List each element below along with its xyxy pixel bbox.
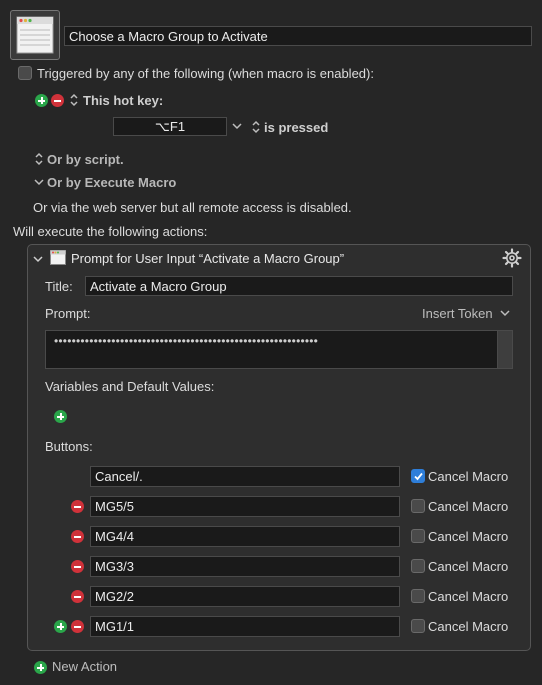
insert-token-button[interactable]: Insert Token — [422, 306, 493, 321]
updown-chevron-icon[interactable] — [251, 120, 261, 134]
cancel-macro-checkbox[interactable] — [411, 529, 425, 543]
remove-button-icon[interactable] — [71, 530, 84, 543]
cancel-macro-label: Cancel Macro — [428, 589, 509, 604]
chevron-down-icon[interactable] — [232, 122, 242, 130]
cancel-macro-label: Cancel Macro — [428, 469, 509, 484]
cancel-macro-checkbox[interactable] — [411, 589, 425, 603]
macro-name-field[interactable] — [64, 26, 532, 46]
chevron-down-icon[interactable] — [33, 255, 43, 263]
or-by-execute-macro-label[interactable]: Or by Execute Macro — [47, 175, 176, 190]
prompt-textarea[interactable]: ••••••••••••••••••••••••••••••••••••••••… — [45, 330, 513, 369]
remove-button-icon[interactable] — [71, 500, 84, 513]
chevron-down-icon — [500, 310, 510, 317]
hotkey-label: This hot key: — [83, 93, 164, 108]
new-action-icon[interactable] — [34, 661, 47, 674]
prompt-value: ••••••••••••••••••••••••••••••••••••••••… — [54, 334, 319, 348]
title-field-label: Title: — [45, 279, 73, 294]
hotkey-value: ⌥F1 — [154, 119, 186, 134]
new-action-button[interactable]: New Action — [52, 659, 117, 674]
gear-icon[interactable] — [502, 248, 522, 268]
button-name-field[interactable] — [90, 496, 400, 517]
hotkey-field[interactable]: ⌥F1 — [113, 117, 227, 136]
cancel-macro-checkbox[interactable] — [411, 619, 425, 633]
button-name-field[interactable] — [90, 616, 400, 637]
remove-button-icon[interactable] — [71, 620, 84, 633]
cancel-macro-checkbox[interactable] — [411, 559, 425, 573]
cancel-macro-checkbox[interactable] — [411, 499, 425, 513]
buttons-label: Buttons: — [45, 439, 93, 454]
button-name-field[interactable] — [90, 526, 400, 547]
triggered-checkbox[interactable] — [18, 66, 32, 80]
add-trigger-icon[interactable] — [35, 94, 48, 107]
add-variable-icon[interactable] — [54, 410, 67, 423]
cancel-macro-label: Cancel Macro — [428, 529, 509, 544]
chevron-down-icon[interactable] — [34, 178, 44, 186]
cancel-macro-label: Cancel Macro — [428, 499, 509, 514]
button-name-field[interactable] — [90, 466, 400, 487]
hotkey-state-label[interactable]: is pressed — [264, 120, 328, 135]
macro-icon[interactable] — [10, 10, 60, 60]
web-server-label: Or via the web server but all remote acc… — [33, 200, 352, 215]
variables-label: Variables and Default Values: — [45, 379, 215, 394]
updown-chevron-icon[interactable] — [34, 152, 44, 166]
remove-button-icon[interactable] — [71, 590, 84, 603]
prompt-label: Prompt: — [45, 306, 91, 321]
actions-header-label: Will execute the following actions: — [13, 224, 208, 239]
button-name-field[interactable] — [90, 586, 400, 607]
cancel-macro-checkbox[interactable] — [411, 469, 425, 483]
cancel-macro-label: Cancel Macro — [428, 619, 509, 634]
cancel-macro-label: Cancel Macro — [428, 559, 509, 574]
triggered-header-label: Triggered by any of the following (when … — [37, 66, 374, 81]
prompt-scrollbar[interactable] — [497, 331, 512, 368]
button-name-field[interactable] — [90, 556, 400, 577]
remove-button-icon[interactable] — [71, 560, 84, 573]
or-by-script-label[interactable]: Or by script. — [47, 152, 124, 167]
action-card: Prompt for User Input “Activate a Macro … — [27, 244, 531, 651]
action-title[interactable]: Prompt for User Input “Activate a Macro … — [71, 251, 344, 266]
updown-chevron-icon[interactable] — [69, 93, 79, 107]
add-button-icon[interactable] — [54, 620, 67, 633]
remove-trigger-icon[interactable] — [51, 94, 64, 107]
title-field[interactable] — [85, 276, 513, 296]
prompt-window-icon — [50, 250, 66, 265]
